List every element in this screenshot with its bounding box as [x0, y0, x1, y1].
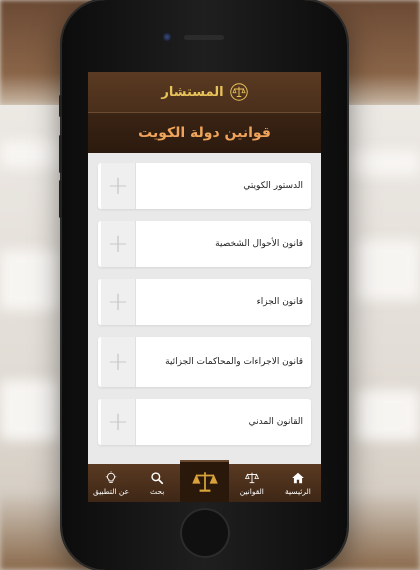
bottom-tab-bar: الرئيسية القوانين بحث عن التطبيق: [88, 460, 321, 502]
law-item-label: قانون الاجراءات والمحاكمات الجزائية: [165, 357, 303, 367]
tab-about[interactable]: عن التطبيق: [88, 464, 134, 502]
front-camera: [163, 33, 171, 41]
tab-home[interactable]: الرئيسية: [275, 464, 321, 502]
tab-laws-label: القوانين: [239, 486, 264, 496]
house-icon: [292, 472, 304, 483]
earpiece-speaker: [184, 35, 224, 40]
app-logo-text: المستشار: [161, 84, 224, 100]
law-item-criminal-procedure[interactable]: + قانون الاجراءات والمحاكمات الجزائية: [98, 337, 311, 387]
plus-icon[interactable]: +: [101, 163, 136, 209]
phone-frame: المستشار قوانين دولة الكويت + الدستور ال…: [59, 0, 347, 570]
plus-icon[interactable]: +: [101, 221, 136, 267]
laws-list: + الدستور الكويتي + قانون الأحوال الشخصي…: [88, 153, 321, 445]
law-item-civil-code[interactable]: + القانون المدني: [98, 399, 311, 445]
page-title: قوانين دولة الكويت: [138, 125, 271, 141]
app-header: المستشار: [88, 72, 321, 112]
law-item-label: الدستور الكويتي: [243, 181, 303, 191]
law-item-label: قانون الأحوال الشخصية: [215, 239, 303, 249]
lightbulb-icon: [105, 470, 117, 483]
scales-icon: [244, 472, 259, 483]
search-icon: [151, 471, 164, 484]
law-item-penal-code[interactable]: + قانون الجزاء: [98, 279, 311, 325]
law-item-label: القانون المدني: [248, 417, 303, 427]
plus-icon[interactable]: +: [101, 337, 136, 387]
phone-home-button[interactable]: [180, 508, 230, 558]
tab-laws[interactable]: القوانين: [229, 464, 275, 502]
tab-about-label: عن التطبيق: [92, 486, 130, 496]
tab-search[interactable]: بحث: [134, 464, 180, 502]
app-screen: المستشار قوانين دولة الكويت + الدستور ال…: [88, 72, 321, 502]
scales-icon: [191, 472, 218, 492]
tab-search-label: بحث: [150, 486, 165, 496]
tab-home-label: الرئيسية: [285, 486, 311, 496]
scales-logo-icon: [229, 83, 248, 101]
law-item-constitution[interactable]: + الدستور الكويتي: [98, 163, 311, 209]
page-title-bar: قوانين دولة الكويت: [88, 112, 321, 153]
tab-center-logo[interactable]: [180, 460, 229, 502]
plus-icon[interactable]: +: [101, 279, 136, 325]
law-item-personal-status[interactable]: + قانون الأحوال الشخصية: [98, 221, 311, 267]
law-item-label: قانون الجزاء: [256, 297, 303, 307]
plus-icon[interactable]: +: [101, 399, 136, 445]
